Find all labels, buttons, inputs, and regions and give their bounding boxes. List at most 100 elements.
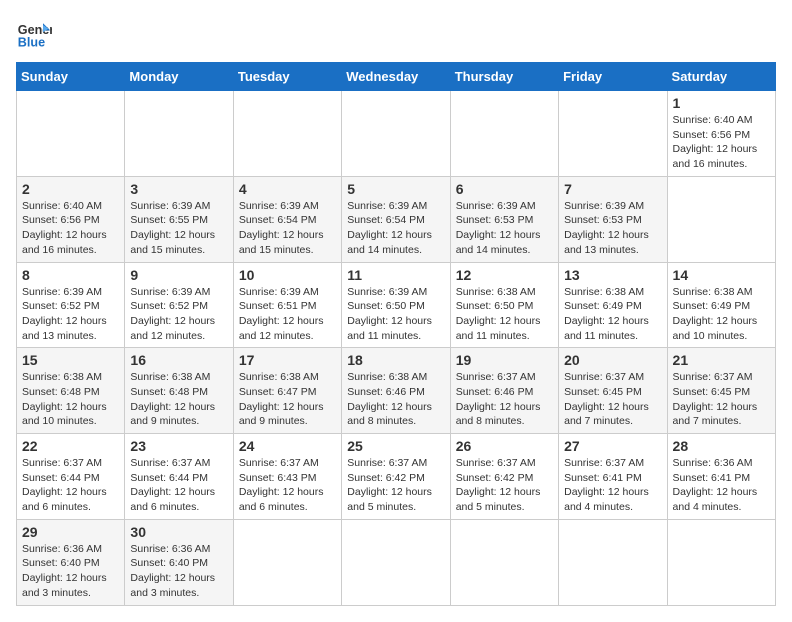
day-info: Sunrise: 6:37 AMSunset: 6:45 PMDaylight:…: [673, 370, 770, 429]
day-info: Sunrise: 6:37 AMSunset: 6:45 PMDaylight:…: [564, 370, 661, 429]
day-number: 17: [239, 352, 336, 368]
calendar-day-cell: 17 Sunrise: 6:38 AMSunset: 6:47 PMDayligh…: [233, 348, 341, 434]
day-number: 20: [564, 352, 661, 368]
weekday-header-saturday: Saturday: [667, 63, 775, 91]
calendar-day-cell: 16 Sunrise: 6:38 AMSunset: 6:48 PMDayligh…: [125, 348, 233, 434]
day-info: Sunrise: 6:38 AMSunset: 6:49 PMDaylight:…: [673, 285, 770, 344]
day-number: 9: [130, 267, 227, 283]
day-number: 11: [347, 267, 444, 283]
day-info: Sunrise: 6:39 AMSunset: 6:51 PMDaylight:…: [239, 285, 336, 344]
day-number: 6: [456, 181, 553, 197]
day-info: Sunrise: 6:38 AMSunset: 6:50 PMDaylight:…: [456, 285, 553, 344]
day-info: Sunrise: 6:39 AMSunset: 6:54 PMDaylight:…: [347, 199, 444, 258]
calendar-day-cell: [233, 519, 341, 605]
calendar-day-cell: 6 Sunrise: 6:39 AMSunset: 6:53 PMDaylight…: [450, 176, 558, 262]
day-info: Sunrise: 6:40 AMSunset: 6:56 PMDaylight:…: [673, 113, 770, 172]
day-info: Sunrise: 6:39 AMSunset: 6:54 PMDaylight:…: [239, 199, 336, 258]
svg-text:Blue: Blue: [18, 36, 45, 50]
day-number: 1: [673, 95, 770, 111]
calendar-day-cell: 24 Sunrise: 6:37 AMSunset: 6:43 PMDayligh…: [233, 434, 341, 520]
day-info: Sunrise: 6:37 AMSunset: 6:44 PMDaylight:…: [22, 456, 119, 515]
empty-cell: [233, 91, 341, 177]
day-info: Sunrise: 6:37 AMSunset: 6:42 PMDaylight:…: [347, 456, 444, 515]
day-info: Sunrise: 6:36 AMSunset: 6:41 PMDaylight:…: [673, 456, 770, 515]
day-info: Sunrise: 6:38 AMSunset: 6:48 PMDaylight:…: [130, 370, 227, 429]
day-number: 8: [22, 267, 119, 283]
day-info: Sunrise: 6:39 AMSunset: 6:53 PMDaylight:…: [564, 199, 661, 258]
day-info: Sunrise: 6:38 AMSunset: 6:49 PMDaylight:…: [564, 285, 661, 344]
day-info: Sunrise: 6:38 AMSunset: 6:47 PMDaylight:…: [239, 370, 336, 429]
day-number: 7: [564, 181, 661, 197]
calendar-day-cell: 7 Sunrise: 6:39 AMSunset: 6:53 PMDaylight…: [559, 176, 667, 262]
calendar-day-cell: [342, 519, 450, 605]
day-number: 12: [456, 267, 553, 283]
day-number: 25: [347, 438, 444, 454]
calendar-day-cell: 28 Sunrise: 6:36 AMSunset: 6:41 PMDayligh…: [667, 434, 775, 520]
day-info: Sunrise: 6:38 AMSunset: 6:46 PMDaylight:…: [347, 370, 444, 429]
day-info: Sunrise: 6:39 AMSunset: 6:52 PMDaylight:…: [130, 285, 227, 344]
calendar-table: SundayMondayTuesdayWednesdayThursdayFrid…: [16, 62, 776, 606]
calendar-week-row: 1 Sunrise: 6:40 AMSunset: 6:56 PMDaylight…: [17, 91, 776, 177]
weekday-header-friday: Friday: [559, 63, 667, 91]
day-info: Sunrise: 6:36 AMSunset: 6:40 PMDaylight:…: [130, 542, 227, 601]
calendar-day-cell: 30 Sunrise: 6:36 AMSunset: 6:40 PMDayligh…: [125, 519, 233, 605]
day-number: 27: [564, 438, 661, 454]
day-number: 23: [130, 438, 227, 454]
day-number: 26: [456, 438, 553, 454]
day-info: Sunrise: 6:39 AMSunset: 6:55 PMDaylight:…: [130, 199, 227, 258]
empty-cell: [17, 91, 125, 177]
calendar-day-cell: 12 Sunrise: 6:38 AMSunset: 6:50 PMDayligh…: [450, 262, 558, 348]
day-info: Sunrise: 6:37 AMSunset: 6:43 PMDaylight:…: [239, 456, 336, 515]
day-number: 19: [456, 352, 553, 368]
day-number: 15: [22, 352, 119, 368]
calendar-day-cell: 4 Sunrise: 6:39 AMSunset: 6:54 PMDaylight…: [233, 176, 341, 262]
day-number: 28: [673, 438, 770, 454]
calendar-week-row: 22 Sunrise: 6:37 AMSunset: 6:44 PMDayligh…: [17, 434, 776, 520]
weekday-header-monday: Monday: [125, 63, 233, 91]
calendar-day-cell: 11 Sunrise: 6:39 AMSunset: 6:50 PMDayligh…: [342, 262, 450, 348]
day-info: Sunrise: 6:38 AMSunset: 6:48 PMDaylight:…: [22, 370, 119, 429]
calendar-day-cell: 15 Sunrise: 6:38 AMSunset: 6:48 PMDayligh…: [17, 348, 125, 434]
day-info: Sunrise: 6:37 AMSunset: 6:44 PMDaylight:…: [130, 456, 227, 515]
day-number: 10: [239, 267, 336, 283]
empty-cell: [342, 91, 450, 177]
day-number: 14: [673, 267, 770, 283]
calendar-day-cell: 26Sunrise: 6:37 AMSunset: 6:42 PMDayligh…: [450, 434, 558, 520]
day-number: 2: [22, 181, 119, 197]
day-number: 29: [22, 524, 119, 540]
day-number: 4: [239, 181, 336, 197]
day-number: 16: [130, 352, 227, 368]
calendar-day-cell: 9 Sunrise: 6:39 AMSunset: 6:52 PMDaylight…: [125, 262, 233, 348]
calendar-day-cell: 18 Sunrise: 6:38 AMSunset: 6:46 PMDayligh…: [342, 348, 450, 434]
empty-cell: [450, 91, 558, 177]
day-number: 24: [239, 438, 336, 454]
day-number: 30: [130, 524, 227, 540]
weekday-header-tuesday: Tuesday: [233, 63, 341, 91]
day-info: Sunrise: 6:40 AMSunset: 6:56 PMDaylight:…: [22, 199, 119, 258]
day-info: Sunrise: 6:37 AMSunset: 6:46 PMDaylight:…: [456, 370, 553, 429]
calendar-day-cell: 10 Sunrise: 6:39 AMSunset: 6:51 PMDayligh…: [233, 262, 341, 348]
calendar-day-cell: 5Sunrise: 6:39 AMSunset: 6:54 PMDaylight…: [342, 176, 450, 262]
calendar-week-row: 8 Sunrise: 6:39 AMSunset: 6:52 PMDaylight…: [17, 262, 776, 348]
day-number: 18: [347, 352, 444, 368]
weekday-header-sunday: Sunday: [17, 63, 125, 91]
day-info: Sunrise: 6:39 AMSunset: 6:53 PMDaylight:…: [456, 199, 553, 258]
calendar-day-cell: [667, 176, 775, 262]
day-info: Sunrise: 6:39 AMSunset: 6:52 PMDaylight:…: [22, 285, 119, 344]
day-info: Sunrise: 6:37 AMSunset: 6:41 PMDaylight:…: [564, 456, 661, 515]
calendar-day-cell: 1 Sunrise: 6:40 AMSunset: 6:56 PMDaylight…: [667, 91, 775, 177]
day-info: Sunrise: 6:36 AMSunset: 6:40 PMDaylight:…: [22, 542, 119, 601]
logo: General Blue: [16, 16, 56, 52]
calendar-day-cell: 23 Sunrise: 6:37 AMSunset: 6:44 PMDayligh…: [125, 434, 233, 520]
day-number: 21: [673, 352, 770, 368]
calendar-day-cell: 13Sunrise: 6:38 AMSunset: 6:49 PMDayligh…: [559, 262, 667, 348]
calendar-day-cell: [450, 519, 558, 605]
day-number: 22: [22, 438, 119, 454]
calendar-day-cell: 27 Sunrise: 6:37 AMSunset: 6:41 PMDayligh…: [559, 434, 667, 520]
empty-cell: [125, 91, 233, 177]
day-info: Sunrise: 6:39 AMSunset: 6:50 PMDaylight:…: [347, 285, 444, 344]
calendar-day-cell: 20 Sunrise: 6:37 AMSunset: 6:45 PMDayligh…: [559, 348, 667, 434]
header: General Blue: [16, 16, 776, 52]
calendar-day-cell: 25 Sunrise: 6:37 AMSunset: 6:42 PMDayligh…: [342, 434, 450, 520]
calendar-day-cell: 2 Sunrise: 6:40 AMSunset: 6:56 PMDaylight…: [17, 176, 125, 262]
